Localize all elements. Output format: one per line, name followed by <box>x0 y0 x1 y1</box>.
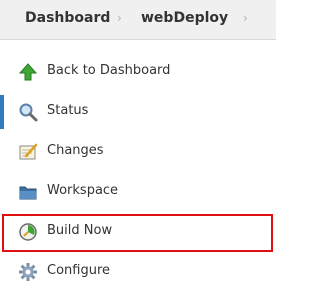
task-changes[interactable]: Changes <box>0 132 276 172</box>
highlight-box <box>2 214 273 252</box>
breadcrumb-separator[interactable]: › <box>117 11 122 25</box>
up-arrow-icon <box>18 63 38 81</box>
task-status[interactable]: Status <box>0 92 276 132</box>
task-label: Changes <box>47 143 104 158</box>
task-configure[interactable]: Configure <box>0 252 276 292</box>
task-label: Configure <box>47 263 111 278</box>
notepad-icon <box>19 143 38 160</box>
task-label: Workspace <box>47 183 119 198</box>
task-back-to-dashboard[interactable]: Back to Dashboard <box>0 52 276 92</box>
task-workspace[interactable]: Workspace <box>0 172 276 212</box>
breadcrumb-separator[interactable]: › <box>243 11 248 25</box>
breadcrumb-webdeploy[interactable]: webDeploy <box>141 10 228 26</box>
breadcrumb: Dashboard › webDeploy › <box>0 0 276 40</box>
gear-icon <box>19 263 37 281</box>
breadcrumb-dashboard[interactable]: Dashboard <box>25 10 110 26</box>
folder-icon <box>19 186 37 200</box>
magnifier-icon <box>19 103 38 122</box>
task-label: Back to Dashboard <box>47 63 171 78</box>
task-label: Status <box>47 103 89 118</box>
